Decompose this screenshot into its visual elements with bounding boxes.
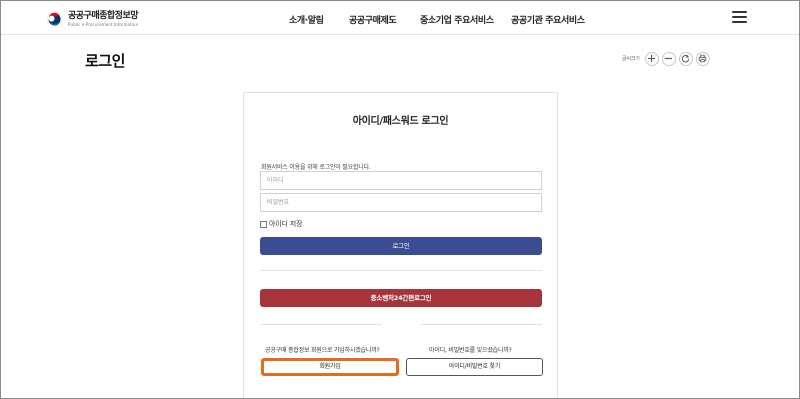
- font-size-label: 글씨크기: [622, 56, 640, 62]
- page-tools: 글씨크기: [622, 51, 710, 66]
- find-id-password-button[interactable]: 아이디/비밀번호 찾기: [406, 358, 543, 376]
- save-id-label: 아이디 저장: [269, 220, 303, 228]
- nav-item-procurement-system[interactable]: 공공구매제도: [349, 13, 397, 26]
- logo-subtitle: Public e-Procurement Information: [68, 21, 139, 27]
- venture24-login-button[interactable]: 중소벤처24간편로그인: [260, 289, 542, 307]
- password-input[interactable]: [260, 193, 542, 212]
- nav-item-intro[interactable]: 소개·알림: [289, 13, 324, 26]
- site-logo[interactable]: 공공구매종합정보망 Public e-Procurement Informati…: [46, 9, 139, 29]
- page-title: 로그인: [85, 52, 125, 70]
- save-id-checkbox[interactable]: [260, 220, 267, 228]
- divider-right: [420, 324, 542, 325]
- find-question: 아이디, 비밀번호를 잊으셨습니까?: [429, 347, 512, 354]
- reset-icon[interactable]: [678, 51, 693, 66]
- login-card: 아이디/패스워드 로그인 회원서비스 이용을 위해 로그인이 필요합니다. 아이…: [243, 92, 558, 399]
- id-input[interactable]: [260, 171, 542, 190]
- login-title: 아이디/패스워드 로그인: [352, 116, 449, 127]
- zoom-in-icon[interactable]: [644, 51, 659, 66]
- nav-item-sme-services[interactable]: 중소기업 주요서비스: [420, 13, 494, 26]
- divider-left: [260, 324, 382, 325]
- divider: [260, 270, 542, 271]
- site-header: 공공구매종합정보망 Public e-Procurement Informati…: [1, 1, 799, 35]
- join-button[interactable]: 회원가입: [261, 358, 399, 376]
- government-emblem-icon: [46, 11, 63, 27]
- login-notice: 회원서비스 이용을 위해 로그인이 필요합니다.: [261, 164, 371, 171]
- print-icon[interactable]: [695, 51, 710, 66]
- zoom-out-icon[interactable]: [661, 51, 676, 66]
- logo-title: 공공구매종합정보망: [68, 10, 139, 21]
- save-id-option[interactable]: 아이디 저장: [260, 219, 302, 229]
- join-question: 공공구매 종합정보 회원으로 가입하시겠습니까?: [265, 347, 380, 354]
- nav-item-agency-services[interactable]: 공공기관 주요서비스: [511, 13, 585, 26]
- hamburger-menu-icon[interactable]: [732, 11, 747, 23]
- login-button[interactable]: 로그인: [260, 237, 542, 255]
